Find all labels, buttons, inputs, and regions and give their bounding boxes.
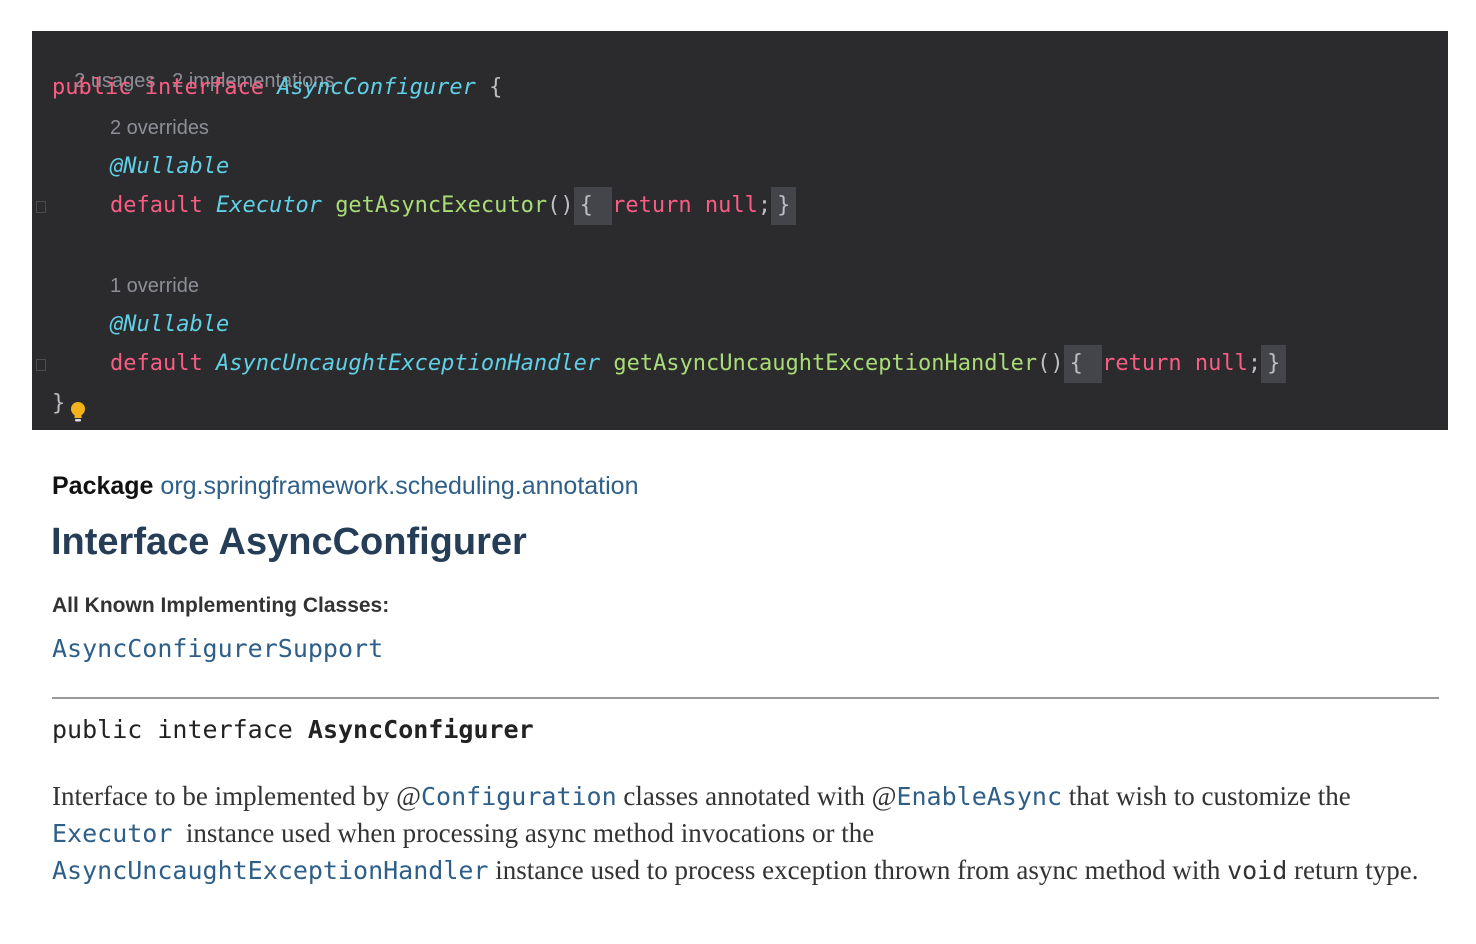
code-editor[interactable]: 2 usages 2 implementations public interf…: [32, 31, 1448, 430]
executor-link[interactable]: Executor: [52, 819, 172, 848]
fold-gutter-icon[interactable]: [36, 359, 46, 371]
fold-gutter-icon[interactable]: [36, 201, 46, 213]
keyword-return: return: [612, 193, 692, 218]
implementing-classes-heading: All Known Implementing Classes:: [52, 594, 390, 617]
folded-region[interactable]: {: [573, 187, 613, 225]
description: Interface to be implemented by @Configur…: [52, 778, 1432, 889]
method-name[interactable]: getAsyncUncaughtExceptionHandler: [613, 351, 1037, 376]
keyword-default: default: [110, 351, 203, 376]
interface-signature: public interface AsyncConfigurer: [52, 715, 534, 744]
enable-async-link[interactable]: EnableAsync: [896, 782, 1062, 811]
nullable-annotation: @Nullable: [110, 312, 230, 337]
code-lens-overrides-1[interactable]: 2 overrides: [110, 112, 209, 144]
semicolon: ;: [1247, 351, 1262, 376]
fold-open: {: [579, 193, 593, 218]
desc-text: instance used when processing async meth…: [172, 818, 882, 848]
parens: (): [1037, 351, 1064, 376]
folded-region-end[interactable]: }: [1261, 345, 1287, 383]
close-brace: }: [52, 391, 66, 416]
signature-prefix: public interface: [52, 715, 293, 744]
code-line-method-1: default Executor getAsyncExecutor(){ ret…: [110, 187, 797, 225]
keyword-public: public: [52, 75, 132, 100]
desc-text: Interface to be implemented by @: [52, 781, 421, 811]
desc-text: that wish to customize the: [1062, 781, 1351, 811]
code-lens-overrides-2[interactable]: 1 override: [110, 270, 199, 302]
void-code: void: [1227, 856, 1288, 885]
code-line-method-2: default AsyncUncaughtExceptionHandler ge…: [110, 345, 1287, 383]
return-type[interactable]: AsyncUncaughtExceptionHandler: [216, 351, 600, 376]
package-link[interactable]: org.springframework.scheduling.annotatio…: [160, 472, 638, 500]
configuration-link[interactable]: Configuration: [421, 782, 617, 811]
parens: (): [547, 193, 574, 218]
desc-text: classes annotated with @: [616, 781, 897, 811]
code-lens-usages[interactable]: 2 usages 2 implementations: [52, 33, 334, 92]
keyword-null: null: [1194, 351, 1248, 376]
divider: [52, 697, 1439, 699]
code-line-interface-decl: public interface AsyncConfigurer {: [52, 72, 502, 104]
return-type[interactable]: Executor: [216, 193, 322, 218]
package-label: Package: [52, 472, 154, 500]
method-name[interactable]: getAsyncExecutor: [335, 193, 547, 218]
nullable-annotation: @Nullable: [110, 154, 230, 179]
interface-name[interactable]: AsyncConfigurer: [277, 75, 476, 100]
folded-region[interactable]: {: [1063, 345, 1103, 383]
keyword-interface: interface: [144, 75, 264, 100]
implementing-class-link[interactable]: AsyncConfigurerSupport: [52, 634, 383, 663]
exception-handler-link[interactable]: AsyncUncaughtExceptionHandler: [52, 856, 489, 885]
page-title: Interface AsyncConfigurer: [51, 521, 527, 563]
keyword-null: null: [704, 193, 758, 218]
keyword-return: return: [1102, 351, 1182, 376]
open-brace: {: [489, 75, 503, 100]
desc-text: return type.: [1287, 855, 1419, 885]
desc-text: instance used to process exception throw…: [488, 855, 1228, 885]
fold-open: {: [1069, 351, 1083, 376]
signature-name: AsyncConfigurer: [307, 715, 534, 744]
code-line-annotation-2: @Nullable: [110, 309, 229, 341]
lightbulb-icon[interactable]: [69, 401, 87, 423]
fold-close: }: [1267, 351, 1281, 376]
code-line-close: }: [52, 388, 65, 420]
semicolon: ;: [757, 193, 772, 218]
keyword-default: default: [110, 193, 203, 218]
package-line: Package org.springframework.scheduling.a…: [52, 472, 638, 501]
fold-close: }: [777, 193, 791, 218]
folded-region-end[interactable]: }: [771, 187, 797, 225]
code-line-annotation-1: @Nullable: [110, 151, 229, 183]
